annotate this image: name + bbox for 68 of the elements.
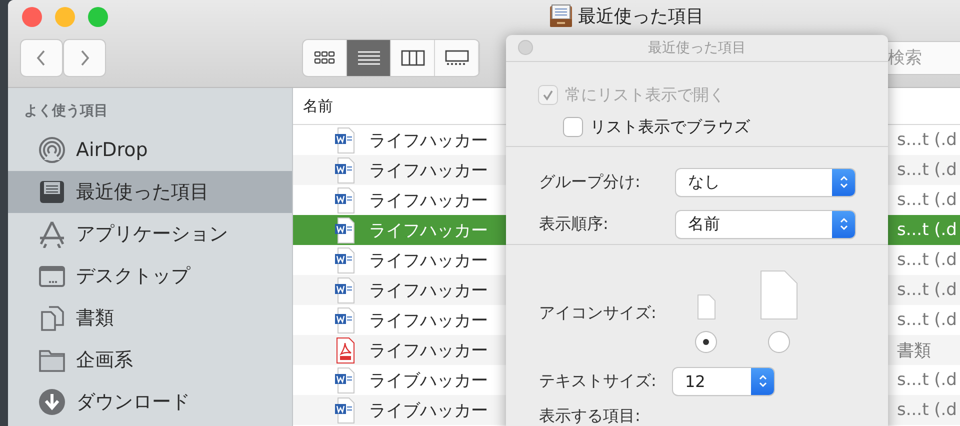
checkbox-label: 常にリスト表示で開く [565, 84, 725, 106]
file-name: ライフハッカー [369, 340, 489, 362]
chevrons-icon [758, 373, 768, 389]
sidebar-item[interactable]: 書類 [8, 297, 292, 339]
drawer-icon [548, 3, 574, 29]
file-kind: s...t (.d [897, 220, 957, 240]
file-kind: s...t (.d [897, 370, 957, 390]
columns-icon [400, 48, 424, 68]
file-kind: s...t (.d [897, 160, 957, 180]
file-kind: s...t (.d [897, 280, 957, 300]
file-name: ライフハッカー [369, 160, 489, 182]
list-view-button[interactable] [347, 40, 391, 76]
minimize-button[interactable] [55, 7, 75, 27]
sidebar-item[interactable]: アプリケーション [8, 213, 292, 255]
close-button[interactable] [22, 7, 42, 27]
back-button[interactable] [21, 40, 62, 76]
window-title: 最近使った項目 [578, 5, 704, 28]
file-name: ライフハッカー [369, 130, 489, 152]
file-kind: s...t (.d [897, 190, 957, 210]
file-kind: s...t (.d [897, 310, 957, 330]
compass-ruler-icon [38, 220, 66, 248]
file-name: ライフハッカー [369, 220, 489, 242]
field-label: 表示順序: [539, 214, 610, 234]
documents-icon [38, 304, 66, 332]
chevrons-icon [838, 216, 848, 232]
icons-view-button[interactable] [303, 40, 347, 76]
tray-icon [38, 178, 66, 206]
field-label: テキストサイズ: [539, 370, 658, 392]
file-name: ライフハッカー [369, 310, 489, 332]
file-name: ライブハッカー [369, 400, 489, 422]
columns-view-button[interactable] [391, 40, 435, 76]
radio-button[interactable] [696, 332, 716, 352]
file-kind: s...t (.d [897, 400, 957, 420]
field-label: アイコンサイズ: [539, 303, 658, 324]
dropdown[interactable]: 名前 [676, 210, 855, 238]
chevrons-icon [838, 174, 848, 190]
panel-title: 最近使った項目 [648, 39, 746, 57]
checkmark-icon [542, 89, 554, 101]
section-heading: よく使う項目 [23, 102, 109, 121]
document-icon [760, 270, 798, 320]
sidebar-item[interactable]: ダウンロード [8, 381, 292, 423]
airdrop-icon [38, 136, 66, 164]
file-name: ライフハッカー [369, 280, 489, 302]
close-button[interactable] [518, 40, 533, 55]
gallery-view-button[interactable] [435, 40, 479, 76]
dropdown[interactable]: 12 [673, 368, 774, 394]
gallery-icon [444, 48, 468, 68]
dropdown[interactable]: なし [676, 168, 855, 196]
checkbox[interactable] [564, 118, 582, 136]
file-kind: s...t (.d [897, 250, 957, 270]
radio-button[interactable] [769, 332, 789, 352]
sidebar-item[interactable]: AirDrop [8, 129, 292, 171]
document-icon [696, 294, 716, 320]
forward-button[interactable] [64, 40, 105, 76]
column-header[interactable]: 名前 [303, 96, 333, 116]
sidebar-item[interactable]: 企画系 [8, 339, 292, 381]
checkbox-label: リスト表示でブラウズ [590, 116, 750, 138]
file-kind: 書類 [897, 340, 931, 362]
file-name: ライブハッカー [369, 370, 489, 392]
file-name: ライフハッカー [369, 190, 489, 212]
download-icon [38, 388, 66, 416]
file-name: ライフハッカー [369, 250, 489, 272]
sidebar-item[interactable]: 最近使った項目 [8, 171, 292, 213]
zoom-button[interactable] [88, 7, 108, 27]
file-kind: s...t (.d [897, 130, 957, 150]
section-label: 表示する項目: [538, 406, 642, 426]
field-label: グループ分け: [539, 172, 642, 192]
sidebar-item[interactable]: デスクトップ [8, 255, 292, 297]
